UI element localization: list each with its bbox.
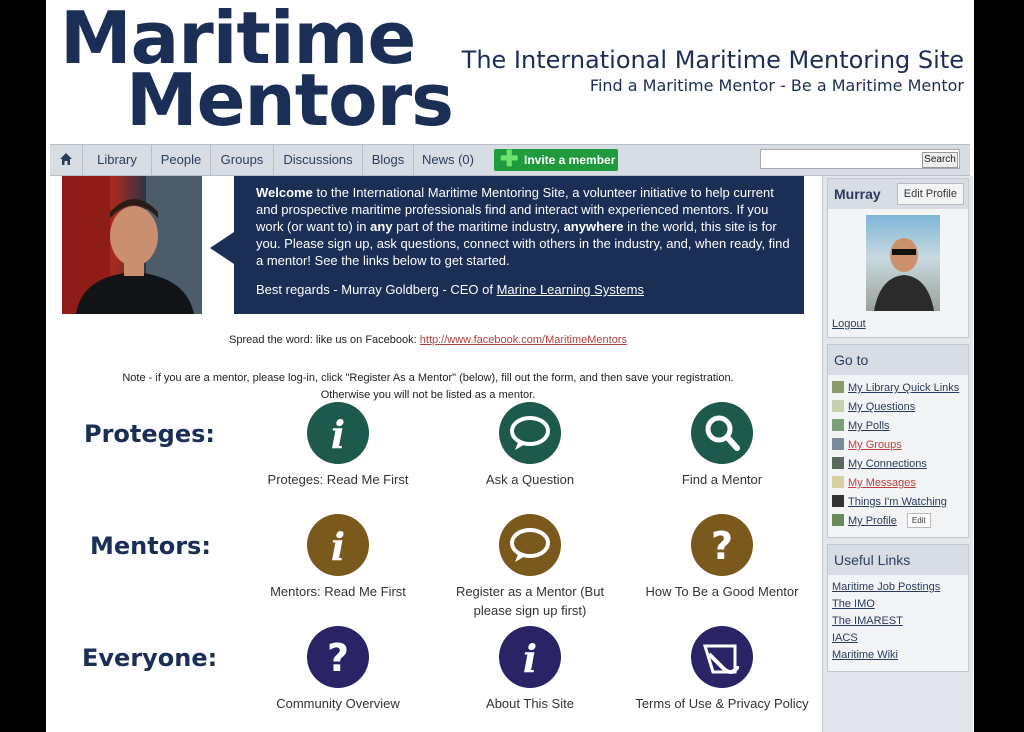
row-label-proteges: Proteges:: [84, 420, 216, 448]
link-my-connections[interactable]: My Connections: [828, 455, 968, 474]
question-icon: ?: [307, 626, 369, 688]
welcome-text: Welcome to the International Maritime Me…: [256, 185, 790, 268]
link-job-postings[interactable]: Maritime Job Postings: [828, 579, 968, 596]
nav-library[interactable]: Library: [83, 145, 152, 175]
facebook-line: Spread the word: like us on Facebook: ht…: [228, 334, 628, 346]
logout-link[interactable]: Logout: [828, 315, 866, 334]
site-tagline: The International Maritime Mentoring Sit…: [462, 46, 964, 95]
svg-text:i: i: [331, 412, 345, 457]
link-maritime-wiki[interactable]: Maritime Wiki: [828, 647, 968, 664]
facebook-link[interactable]: http://www.facebook.com/MaritimeMentors: [420, 334, 627, 346]
welcome-signature: Best regards - Murray Goldberg - CEO of …: [256, 282, 644, 297]
user-name: Murray: [834, 186, 881, 202]
connections-icon: [832, 457, 844, 469]
user-panel: Murray Edit Profile Logout: [827, 178, 969, 338]
row-label-mentors: Mentors:: [90, 532, 211, 560]
profile-icon: [832, 514, 844, 526]
paperclip-icon: [691, 626, 753, 688]
nav-people[interactable]: People: [152, 145, 211, 175]
tile-ask-question[interactable]: Ask a Question: [440, 402, 620, 489]
question-doc-icon: [832, 400, 844, 412]
library-icon: [832, 381, 844, 393]
svg-text:i: i: [331, 524, 345, 569]
nav-discussions[interactable]: Discussions: [274, 145, 363, 175]
link-imo[interactable]: The IMO: [828, 596, 968, 613]
info-icon: i: [499, 626, 561, 688]
link-my-questions[interactable]: My Questions: [828, 398, 968, 417]
sidebar: Murray Edit Profile Logout Go to My Libr…: [822, 176, 973, 732]
link-my-profile[interactable]: My Profile Edit: [828, 512, 968, 531]
link-iacs[interactable]: IACS: [828, 630, 968, 647]
search-button[interactable]: Search: [922, 152, 958, 168]
row-label-everyone: Everyone:: [82, 644, 218, 672]
founder-photo: [62, 176, 202, 314]
magnifier-icon: [691, 402, 753, 464]
invite-member-button[interactable]: ✚ Invite a member: [494, 146, 618, 171]
avatar[interactable]: [866, 215, 940, 311]
tile-find-mentor[interactable]: Find a Mentor: [632, 402, 812, 489]
tile-terms-privacy[interactable]: Terms of Use & Privacy Policy: [632, 626, 812, 713]
link-imarest[interactable]: The IMAREST: [828, 613, 968, 630]
tile-mentors-read-me[interactable]: i Mentors: Read Me First: [248, 514, 428, 601]
page: Maritime Mentors The International Marit…: [46, 0, 974, 732]
speech-bubble-icon: [499, 402, 561, 464]
link-my-library-quick-links[interactable]: My Library Quick Links: [828, 379, 968, 398]
envelope-icon: [832, 476, 844, 488]
useful-links-panel: Useful Links Maritime Job Postings The I…: [827, 544, 969, 672]
plus-icon: ✚: [500, 146, 519, 171]
tile-good-mentor[interactable]: ? How To Be a Good Mentor: [632, 514, 812, 601]
edit-profile-button[interactable]: Edit Profile: [896, 183, 964, 205]
link-things-watching[interactable]: Things I'm Watching: [828, 493, 968, 512]
binoculars-icon: [832, 495, 844, 507]
main-nav: Library People Groups Discussions Blogs …: [50, 144, 970, 176]
nav-groups[interactable]: Groups: [211, 145, 274, 175]
group-icon: [832, 438, 844, 450]
speech-bubble-icon: [499, 514, 561, 576]
info-icon: i: [307, 514, 369, 576]
mentor-note: Note - if you are a mentor, please log-i…: [122, 372, 734, 401]
tile-register-mentor[interactable]: Register as a Mentor (But please sign up…: [440, 514, 620, 620]
user-panel-header: Murray Edit Profile: [828, 179, 968, 209]
home-icon[interactable]: [50, 145, 83, 175]
goto-title: Go to: [828, 345, 968, 375]
profile-edit-button[interactable]: Edit: [906, 513, 931, 528]
svg-text:i: i: [523, 636, 537, 681]
logo-line2: Mentors: [126, 58, 454, 142]
link-my-groups[interactable]: My Groups: [828, 436, 968, 455]
tile-community-overview[interactable]: ? Community Overview: [248, 626, 428, 713]
nav-blogs[interactable]: Blogs: [363, 145, 414, 175]
invite-label: Invite a member: [524, 153, 616, 167]
svg-text:?: ?: [711, 524, 733, 568]
tagline-title: The International Maritime Mentoring Sit…: [461, 46, 964, 74]
link-my-messages[interactable]: My Messages: [828, 474, 968, 493]
useful-links-title: Useful Links: [828, 545, 968, 575]
nav-news[interactable]: News (0): [414, 145, 482, 175]
marine-learning-link[interactable]: Marine Learning Systems: [497, 282, 644, 297]
svg-text:?: ?: [327, 636, 349, 680]
info-icon: i: [307, 402, 369, 464]
poll-icon: [832, 419, 844, 431]
welcome-pointer: [210, 232, 234, 264]
tagline-subtitle: Find a Maritime Mentor - Be a Maritime M…: [589, 76, 964, 95]
tile-about-site[interactable]: i About This Site: [440, 626, 620, 713]
tile-proteges-read-me[interactable]: i Proteges: Read Me First: [248, 402, 428, 489]
link-my-polls[interactable]: My Polls: [828, 417, 968, 436]
question-icon: ?: [691, 514, 753, 576]
goto-panel: Go to My Library Quick Links My Question…: [827, 344, 969, 538]
welcome-box: Welcome to the International Maritime Me…: [234, 176, 804, 314]
